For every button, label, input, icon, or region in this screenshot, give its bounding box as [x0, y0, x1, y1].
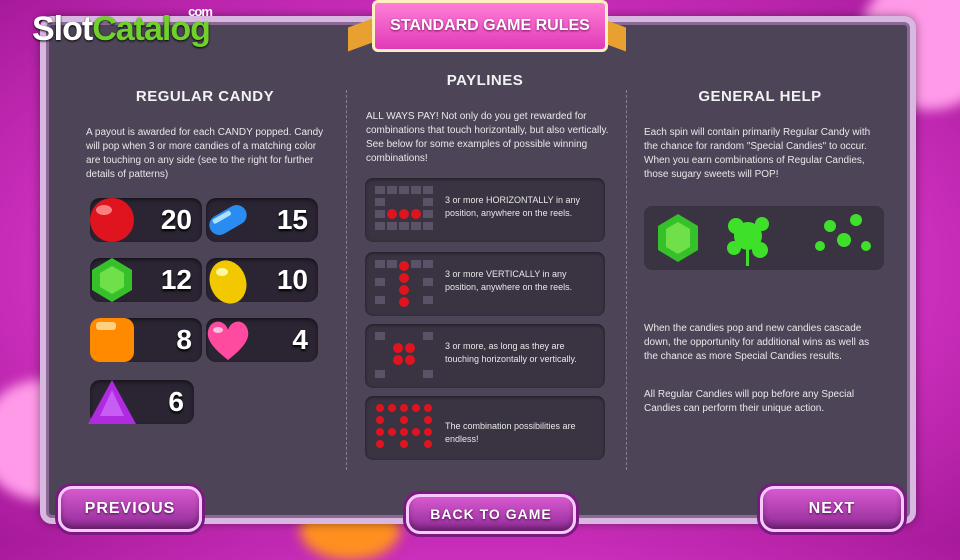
candy-value: 8 [176, 324, 192, 355]
candy-value: 6 [168, 386, 184, 417]
vertical-pattern-icon [375, 260, 433, 307]
red-candy-icon [90, 198, 134, 242]
candy-slot-red: 20 [90, 198, 202, 242]
purple-triangle-candy-icon [88, 380, 136, 424]
candy-slot-green: 12 [90, 258, 202, 302]
horizontal-pattern-icon [375, 186, 433, 230]
paylines-title: PAYLINES [446, 72, 524, 89]
candy-slot-blue: 15 [206, 198, 318, 242]
candy-value: 12 [160, 264, 192, 295]
candy-value: 15 [276, 204, 308, 235]
payline-example-touching: 3 or more, as long as they are touching … [365, 324, 605, 388]
back-to-game-button[interactable]: BACK TO GAME [406, 494, 576, 534]
candy-value: 20 [160, 204, 192, 235]
touching-pattern-icon [375, 332, 433, 378]
green-candy-icon [92, 258, 132, 302]
candy-value: 10 [276, 264, 308, 295]
payline-text: The combination possibilities are endles… [445, 421, 576, 444]
logo-text-slot: Slot [32, 10, 93, 48]
payline-example-endless: The combination possibilities are endles… [365, 396, 605, 460]
payline-text: 3 or more HORIZONTALLY in any position, … [445, 195, 581, 218]
payline-text: 3 or more VERTICALLY in any position, an… [445, 269, 573, 292]
special-candy-pop-illustration [644, 206, 884, 270]
yellow-candy-icon [209, 260, 247, 304]
payline-example-vertical: 3 or more VERTICALLY in any position, an… [365, 252, 605, 316]
pink-heart-candy-icon [207, 321, 249, 360]
slotcatalog-logo: SlotCatalog com [32, 4, 213, 49]
candy-slot-purple: 6 [88, 380, 194, 424]
regular-candy-description: A payout is awarded for each CANDY poppe… [86, 127, 324, 180]
general-help-para3: All Regular Candies will pop before any … [644, 389, 855, 414]
endless-pattern-icon [376, 404, 432, 448]
general-help-title: GENERAL HELP [698, 88, 822, 105]
payline-text: 3 or more, as long as they are touching … [445, 341, 577, 364]
regular-candy-title: REGULAR CANDY [135, 88, 275, 105]
blue-candy-icon [209, 205, 247, 235]
candy-slot-pink: 4 [206, 318, 318, 362]
general-help-para2: When the candies pop and new candies cas… [644, 323, 870, 362]
column-divider [346, 90, 348, 470]
general-help-para1: Each spin will contain primarily Regular… [644, 127, 871, 180]
candy-pop-sequence-icon [658, 214, 871, 266]
banner-title: STANDARD GAME RULES [372, 0, 608, 52]
column-divider [626, 90, 628, 470]
logo-suffix: com [188, 4, 213, 19]
candy-slot-yellow: 10 [206, 258, 318, 304]
previous-button[interactable]: PREVIOUS [58, 486, 202, 532]
next-button[interactable]: NEXT [760, 486, 904, 532]
candy-slot-orange: 8 [90, 318, 202, 362]
candy-value: 4 [292, 324, 308, 355]
orange-candy-icon [90, 318, 134, 362]
paylines-description: ALL WAYS PAY! Not only do you get reward… [366, 111, 609, 164]
payline-example-horizontal: 3 or more HORIZONTALLY in any position, … [365, 178, 605, 242]
